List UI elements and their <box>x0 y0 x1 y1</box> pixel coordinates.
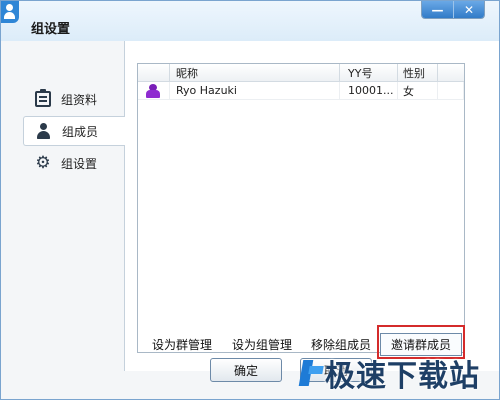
watermark: 极速下载站 <box>297 351 480 395</box>
profile-card-icon <box>35 89 51 107</box>
watermark-text: 极速下载站 <box>325 359 480 394</box>
column-header-avatar <box>138 64 170 81</box>
set-admin-link[interactable]: 设为群管理 <box>152 336 212 353</box>
column-header-yy[interactable]: YY号 <box>340 64 398 81</box>
table-cell-filler <box>438 82 464 99</box>
members-panel: 昵称 YY号 性别 Ryo Hazuki 10001... 女 设为群管理 设为… <box>125 41 499 371</box>
sidebar-item-group-info[interactable]: 组资料 <box>23 84 125 114</box>
table-header: 昵称 YY号 性别 <box>138 64 464 82</box>
sidebar-item-group-members[interactable]: 组成员 <box>23 116 126 146</box>
title-bar: 组设置 — ✕ <box>1 1 499 41</box>
column-header-gender[interactable]: 性别 <box>398 64 438 81</box>
watermark-logo-icon <box>297 360 323 386</box>
ok-button[interactable]: 确定 <box>210 358 282 382</box>
member-avatar-icon <box>146 83 160 98</box>
table-row[interactable]: Ryo Hazuki 10001... 女 <box>138 82 464 100</box>
set-group-admin-link[interactable]: 设为组管理 <box>232 336 292 353</box>
members-table[interactable]: 昵称 YY号 性别 Ryo Hazuki 10001... 女 <box>137 63 465 353</box>
sidebar-item-label: 组资料 <box>61 92 98 107</box>
sidebar-item-label: 组设置 <box>61 156 98 171</box>
gear-icon: ⚙ <box>35 153 51 173</box>
table-cell-avatar <box>138 82 170 99</box>
close-icon[interactable]: ✕ <box>453 1 484 18</box>
window-title: 组设置 <box>31 22 71 37</box>
sidebar-item-group-settings[interactable]: ⚙ 组设置 <box>23 148 125 178</box>
table-cell-gender: 女 <box>398 82 438 99</box>
minimize-icon[interactable]: — <box>422 1 453 18</box>
app-user-icon <box>1 1 19 23</box>
column-header-nickname[interactable]: 昵称 <box>170 64 340 81</box>
window-controls: — ✕ <box>421 1 485 19</box>
table-cell-yy: 10001... <box>340 82 398 99</box>
users-icon <box>36 123 52 139</box>
group-settings-window: 组设置 — ✕ 组资料 组成员 ⚙ 组设置 昵称 YY号 性别 Ryo Hazu… <box>0 0 500 400</box>
sidebar-item-label: 组成员 <box>62 124 99 139</box>
sidebar: 组资料 组成员 ⚙ 组设置 <box>1 41 126 371</box>
table-cell-nickname: Ryo Hazuki <box>170 82 340 99</box>
column-header-filler <box>438 64 464 81</box>
